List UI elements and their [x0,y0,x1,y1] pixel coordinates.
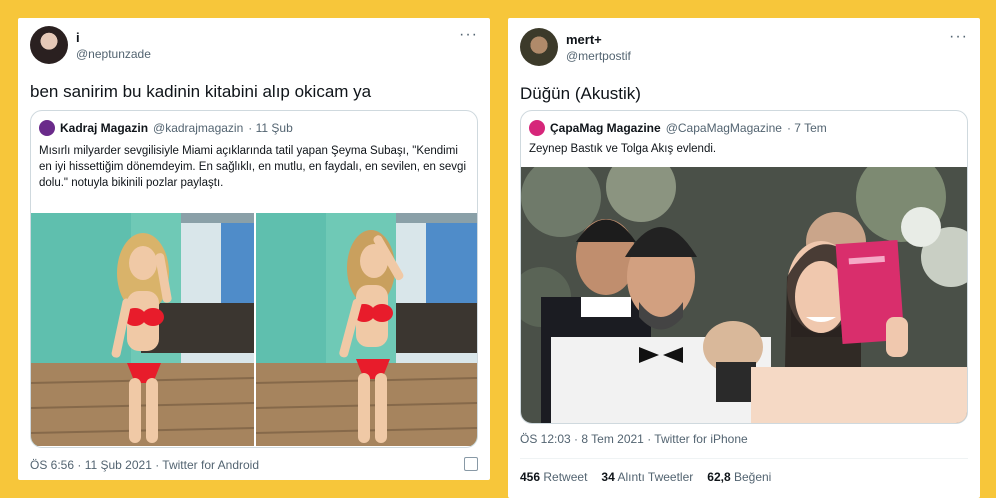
quoted-account-name: ÇapaMag Magazine [550,121,661,135]
quoted-photo[interactable] [521,167,967,423]
stat-label: Alıntı Tweetler [617,470,694,484]
stat-value: 62,8 [707,470,731,484]
display-name[interactable]: mert+ [566,32,602,47]
stat-label: Beğeni [733,470,772,484]
quoted-photo-2[interactable] [256,213,477,446]
quoted-account-handle: @kadrajmagazin [153,121,244,135]
user-handle[interactable]: @neptunzade [76,47,151,61]
tweet-text: Düğün (Akustik) [520,84,641,103]
avatar[interactable] [520,28,558,66]
quoted-tweet[interactable]: Kadraj Magazin @kadrajmagazin · 11 Şub M… [30,110,478,448]
divider [520,458,968,459]
quoted-account-name: Kadraj Magazin [60,121,149,135]
engagement-stats: 456 Retweet 34 Alıntı Tweetler 62,8 Beğe… [520,470,771,484]
quoted-tweet-text: Mısırlı milyarder sevgilisiyle Miami açı… [39,145,466,189]
quoted-tweet-header: ÇapaMag Magazine @CapaMagMagazine · 7 Te… [529,120,827,136]
quoted-photo-1[interactable] [31,213,254,446]
quoted-account-handle: @CapaMagMagazine [665,121,782,135]
retweet-stat[interactable]: 456 Retweet [520,470,587,484]
more-options-icon[interactable]: ··· [459,26,478,44]
stat-value: 456 [520,470,541,484]
quoted-tweet[interactable]: ÇapaMag Magazine @CapaMagMagazine · 7 Te… [520,110,968,424]
tweet-text: ben sanirim bu kadinin kitabini alıp oki… [30,82,372,101]
tweet-timestamp[interactable]: ÖS 6:56 · 11 Şub 2021 · Twitter for Andr… [30,458,259,472]
tweet-card[interactable]: mert+ @mertpostif ··· Düğün (Akustik) Ça… [508,18,980,498]
more-options-icon[interactable]: ··· [949,28,968,46]
quoted-tweet-header: Kadraj Magazin @kadrajmagazin · 11 Şub [39,120,293,136]
avatar[interactable] [30,26,68,64]
quote-tweets-stat[interactable]: 34 Alıntı Tweetler [601,470,693,484]
quoted-account-logo [529,120,545,136]
quoted-tweet-text: Zeynep Bastık ve Tolga Akış evlendi. [529,143,717,155]
quoted-tweet-date: · 11 Şub [248,121,293,135]
display-name[interactable]: i [76,30,80,45]
tweet-card[interactable]: i @neptunzade ··· ben sanirim bu kadinin… [18,18,490,480]
likes-stat[interactable]: 62,8 Beğeni [707,470,771,484]
user-handle[interactable]: @mertpostif [566,49,631,63]
quoted-account-logo [39,120,55,136]
stat-value: 34 [601,470,615,484]
quoted-tweet-date: · 7 Tem [786,121,827,135]
stat-label: Retweet [543,470,588,484]
tweet-timestamp[interactable]: ÖS 12:03 · 8 Tem 2021 · Twitter for iPho… [520,432,748,446]
analytics-icon[interactable] [464,457,478,471]
